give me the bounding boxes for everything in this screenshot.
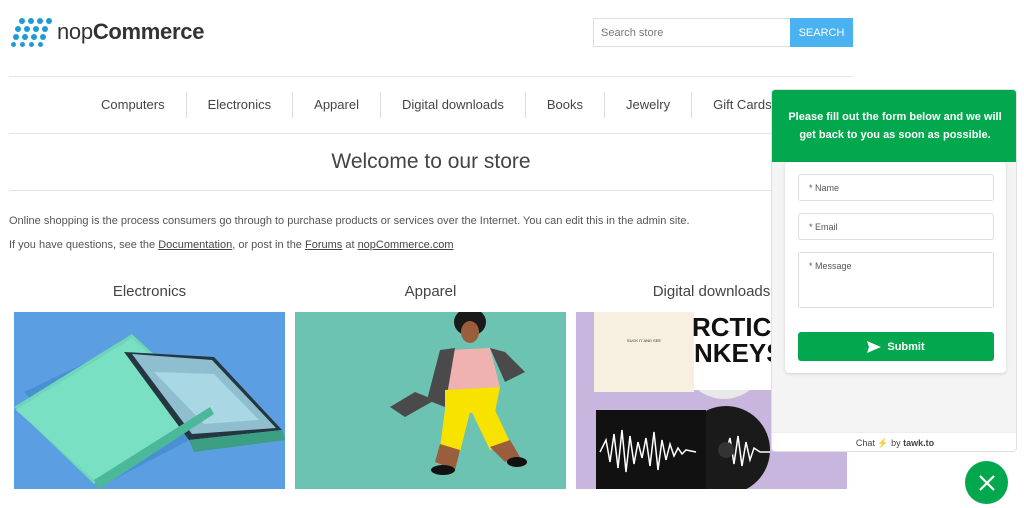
menu-item-computers[interactable]: Computers: [80, 92, 186, 118]
chat-form: * Name * Email * Message Submit: [785, 162, 1006, 373]
category-image-apparel[interactable]: [295, 312, 566, 489]
title-divider: [9, 190, 853, 191]
logo-dots-icon: [11, 17, 52, 47]
tawkto-brand: tawk.to: [903, 438, 935, 448]
menu-item-books[interactable]: Books: [524, 92, 604, 118]
chat-name-field[interactable]: * Name: [798, 174, 994, 201]
search-input[interactable]: [593, 18, 790, 47]
logo-text: nopCommerce: [57, 19, 205, 44]
header: nopCommerce SEARCH: [0, 0, 1024, 76]
chat-footer[interactable]: Chat ⚡ by tawk.to: [772, 432, 1016, 451]
svg-text:SUCK IT AND SEE: SUCK IT AND SEE: [627, 338, 661, 343]
menu-item-digital-downloads[interactable]: Digital downloads: [379, 92, 525, 118]
send-icon: [867, 340, 882, 353]
search-button[interactable]: SEARCH: [790, 18, 853, 47]
menu-item-jewelry[interactable]: Jewelry: [604, 92, 691, 118]
close-icon: [978, 474, 995, 491]
intro-line: If you have questions, see the Documenta…: [9, 239, 454, 251]
intro-line: Online shopping is the process consumers…: [9, 215, 690, 227]
menu-item-apparel[interactable]: Apparel: [292, 92, 380, 118]
chat-message-field[interactable]: * Message: [798, 252, 994, 308]
search-box: SEARCH: [593, 18, 853, 47]
chat-close-button[interactable]: [965, 461, 1008, 504]
category-title-apparel[interactable]: Apparel: [295, 283, 566, 300]
category-title-electronics[interactable]: Electronics: [14, 283, 285, 300]
chat-email-field[interactable]: * Email: [798, 213, 994, 240]
nopcommerce-link[interactable]: nopCommerce.com: [358, 239, 454, 251]
chat-submit-button[interactable]: Submit: [798, 332, 994, 361]
chat-footer-by: by: [888, 438, 904, 448]
chat-submit-label: Submit: [887, 340, 925, 353]
lightning-icon: ⚡: [877, 438, 889, 448]
intro-text: Online shopping is the process consumers…: [9, 209, 769, 257]
category-image-electronics[interactable]: [14, 312, 285, 489]
menu-divider: [9, 133, 853, 134]
green-smartphone-image: [14, 312, 285, 489]
menu-item-electronics[interactable]: Electronics: [185, 92, 293, 118]
jumping-woman-image: [295, 312, 566, 489]
page-title: Welcome to our store: [331, 150, 531, 173]
chat-footer-chat: Chat: [855, 438, 875, 448]
forums-link[interactable]: Forums: [305, 239, 342, 251]
store-logo[interactable]: nopCommerce: [11, 17, 204, 47]
chat-widget: Please fill out the form below and we wi…: [771, 89, 1017, 452]
documentation-link[interactable]: Documentation: [158, 239, 232, 251]
